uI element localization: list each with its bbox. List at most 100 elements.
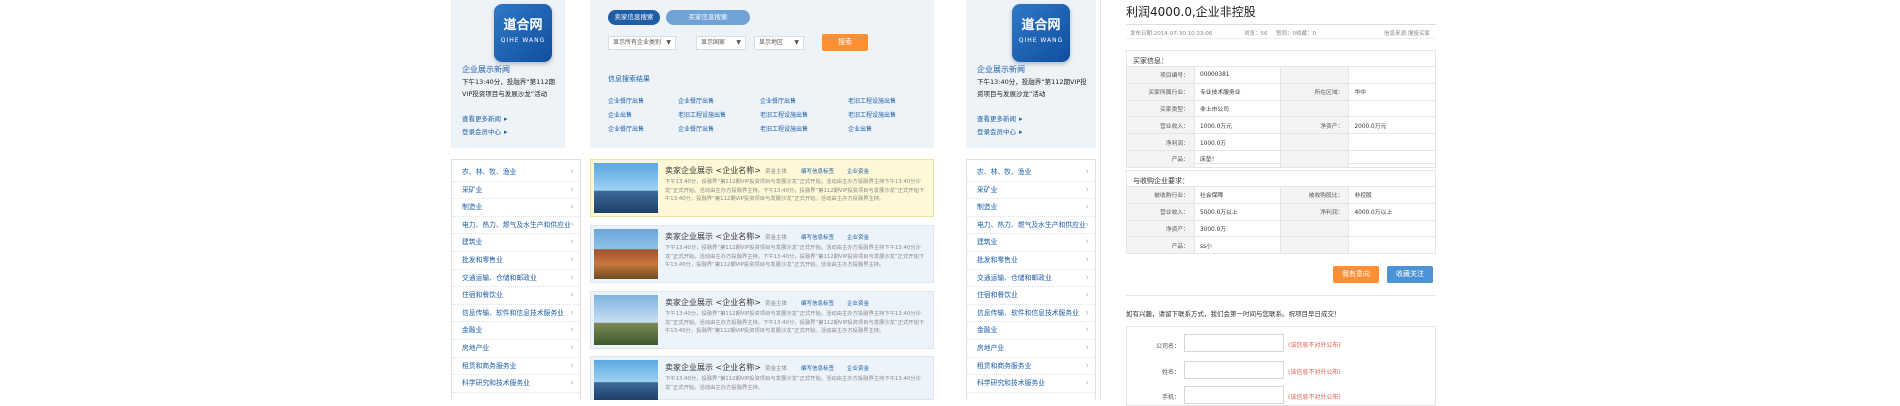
- more-news-link-2[interactable]: 查看更多新闻 ▸: [977, 113, 1023, 125]
- tab-buyer-search[interactable]: 买家信息搜索: [666, 10, 750, 25]
- company-tag[interactable]: 资金主体: [765, 233, 787, 241]
- category-item[interactable]: 电力、热力、燃气及水生产和供应业 ›: [452, 217, 580, 235]
- category-2-item[interactable]: 制造业 ›: [967, 199, 1095, 217]
- company-tag[interactable]: 资金主体: [765, 167, 787, 175]
- phone-input[interactable]: [1184, 386, 1284, 404]
- search-result-link[interactable]: 老旧工程设施出售: [848, 110, 896, 119]
- company-tag[interactable]: 资金主体: [765, 364, 787, 372]
- category-2-item[interactable]: 电力、热力、燃气及水生产和供应业 ›: [967, 217, 1095, 235]
- category-item[interactable]: 金融业 ›: [452, 322, 580, 340]
- category-label: 农、林、牧、渔业: [462, 168, 517, 176]
- search-result-link[interactable]: 老旧工程设施出售: [760, 124, 808, 133]
- info-row: 被收购行业： 社会保障 被收购股比： 非控股: [1126, 186, 1436, 204]
- site-logo-2[interactable]: 道合网 QIHE WANG: [1012, 4, 1070, 62]
- more-news-link[interactable]: 查看更多新闻 ▸: [462, 113, 508, 125]
- category-item[interactable]: 租赁和商务服务业 ›: [452, 358, 580, 376]
- company-name[interactable]: 卖家企业展示 <企业名称>: [665, 297, 761, 308]
- company-card[interactable]: 卖家企业展示 <企业名称> 资金主体 编写信息标签 企业资金 下午13:40分，投融界“…: [590, 356, 934, 400]
- search-result-link[interactable]: 老旧工程设施出售: [678, 110, 726, 119]
- company-tag[interactable]: 企业资金: [847, 299, 869, 307]
- company-tag[interactable]: 企业资金: [847, 233, 869, 241]
- follow-button[interactable]: 收藏关注: [1387, 266, 1433, 283]
- info-row: 营业收入： 1000.0万元 净资产： 2000.0万元: [1126, 116, 1436, 135]
- company-card[interactable]: 卖家企业展示 <企业名称> 资金主体 编写信息标签 企业资金 下午13:40分，投融界“…: [590, 225, 934, 283]
- logo-text-2: 道合网: [1021, 18, 1061, 33]
- category-select[interactable]: 显示所有企业类别 ▼: [608, 36, 676, 50]
- category-2-label: 批发和零售业: [977, 255, 1018, 264]
- search-result-link[interactable]: 企业餐厅出售: [608, 96, 644, 105]
- search-result-link[interactable]: 老旧工程设施出售: [848, 96, 896, 105]
- intent-button[interactable]: 我有意向: [1333, 266, 1379, 283]
- category-item[interactable]: 制造业 ›: [452, 199, 580, 217]
- company-name[interactable]: 卖家企业展示 <企业名称>: [665, 362, 761, 373]
- search-button[interactable]: 搜索: [822, 34, 868, 51]
- chevron-right-icon: ›: [1085, 219, 1089, 230]
- chevron-right-icon: ›: [570, 325, 574, 336]
- chevron-right-icon: ›: [1085, 290, 1089, 301]
- company-card[interactable]: 卖家企业展示 <企业名称> 资金主体 编写信息标签 企业资金 下午13:40分，投融界“…: [590, 159, 934, 217]
- company-photo[interactable]: [594, 360, 658, 400]
- info-value: 社会保障: [1193, 186, 1282, 204]
- category-2-item[interactable]: 交通运输、仓储和邮政业 ›: [967, 270, 1095, 288]
- category-2-item[interactable]: 金融业 ›: [967, 322, 1095, 340]
- category-item[interactable]: 采矿业 ›: [452, 182, 580, 200]
- company-photo[interactable]: [594, 229, 658, 279]
- category-item[interactable]: 建筑业 ›: [452, 234, 580, 252]
- search-result-link[interactable]: 企业出售: [608, 110, 632, 119]
- company-tag[interactable]: 编写信息标签: [801, 233, 834, 241]
- info-key: 项目编号：: [1126, 66, 1195, 84]
- site-logo[interactable]: 道合网 QIHE WANG: [494, 4, 552, 62]
- member-center-link[interactable]: 登录会员中心 ▸: [462, 126, 508, 138]
- search-result-link[interactable]: 企业餐厅出售: [760, 96, 796, 105]
- company-name[interactable]: 卖家企业展示 <企业名称>: [665, 165, 761, 176]
- meta-separator-bottom: [1126, 38, 1436, 39]
- category-2-label: 金融业: [977, 326, 998, 335]
- category-2-item[interactable]: 信息传输、软件和信息技术服务业 ›: [967, 305, 1095, 323]
- category-item[interactable]: 房地产业 ›: [452, 340, 580, 358]
- region-select-value: 显示地区: [759, 39, 784, 46]
- search-result-link[interactable]: 老旧工程设施出售: [760, 110, 808, 119]
- category-item[interactable]: 农、林、牧、渔业 ›: [452, 164, 580, 182]
- company-tag[interactable]: 编写信息标签: [801, 299, 834, 307]
- company-description: 下午13:40分，投融界“第112期VIP投资项目与发展沙龙”正式开始。活动由主…: [665, 311, 925, 334]
- country-select[interactable]: 显示国家 ▼: [696, 36, 746, 50]
- company-photo[interactable]: [594, 295, 658, 345]
- company-name-input[interactable]: [1184, 334, 1284, 352]
- search-result-link[interactable]: 企业出售: [848, 124, 872, 133]
- category-2-item[interactable]: 建筑业 ›: [967, 234, 1095, 252]
- search-result-link[interactable]: 企业餐厅出售: [608, 124, 644, 133]
- name-input[interactable]: [1184, 361, 1284, 379]
- info-key: [1280, 236, 1350, 255]
- company-tag[interactable]: 资金主体: [765, 299, 787, 307]
- company-photo[interactable]: [594, 163, 658, 213]
- chevron-right-icon: ›: [1085, 254, 1089, 265]
- region-select[interactable]: 显示地区 ▼: [754, 36, 804, 50]
- search-result-link[interactable]: 企业餐厅出售: [678, 96, 714, 105]
- category-2-item[interactable]: 农、林、牧、渔业 ›: [967, 164, 1095, 182]
- category-2-item[interactable]: 科学研究和技术服务业 ›: [967, 375, 1095, 393]
- category-2-item[interactable]: 住宿和餐饮业 ›: [967, 287, 1095, 305]
- tab-seller-search[interactable]: 卖家信息搜索: [608, 10, 660, 25]
- search-result-link[interactable]: 企业餐厅出售: [678, 124, 714, 133]
- company-name[interactable]: 卖家企业展示 <企业名称>: [665, 231, 761, 242]
- company-tag[interactable]: 编写信息标签: [801, 167, 834, 175]
- category-item[interactable]: 交通运输、仓储和邮政业 ›: [452, 270, 580, 288]
- category-item[interactable]: 住宿和餐饮业 ›: [452, 287, 580, 305]
- category-2-item[interactable]: 采矿业 ›: [967, 182, 1095, 200]
- info-value: 5000.0万以上: [1193, 202, 1282, 221]
- info-value: ss小: [1193, 236, 1282, 255]
- category-item[interactable]: 批发和零售业 ›: [452, 252, 580, 270]
- category-2-item[interactable]: 批发和零售业 ›: [967, 252, 1095, 270]
- category-2-label: 科学研究和技术服务业: [977, 379, 1045, 388]
- member-center-link-2[interactable]: 登录会员中心 ▸: [977, 126, 1023, 138]
- news-title: 企业展示新闻: [462, 65, 510, 74]
- info-row: 买家类型： 非上市公司: [1126, 99, 1436, 118]
- category-item[interactable]: 信息传输、软件和信息技术服务业 ›: [452, 305, 580, 323]
- company-tag[interactable]: 编写信息标签: [801, 364, 834, 372]
- company-tag[interactable]: 企业资金: [847, 364, 869, 372]
- company-tag[interactable]: 企业资金: [847, 167, 869, 175]
- category-2-item[interactable]: 房地产业 ›: [967, 340, 1095, 358]
- category-2-item[interactable]: 租赁和商务服务业 ›: [967, 358, 1095, 376]
- category-item[interactable]: 科学研究和技术服务业 ›: [452, 375, 580, 393]
- company-card[interactable]: 卖家企业展示 <企业名称> 资金主体 编写信息标签 企业资金下午13:40分，投融界“…: [590, 291, 934, 349]
